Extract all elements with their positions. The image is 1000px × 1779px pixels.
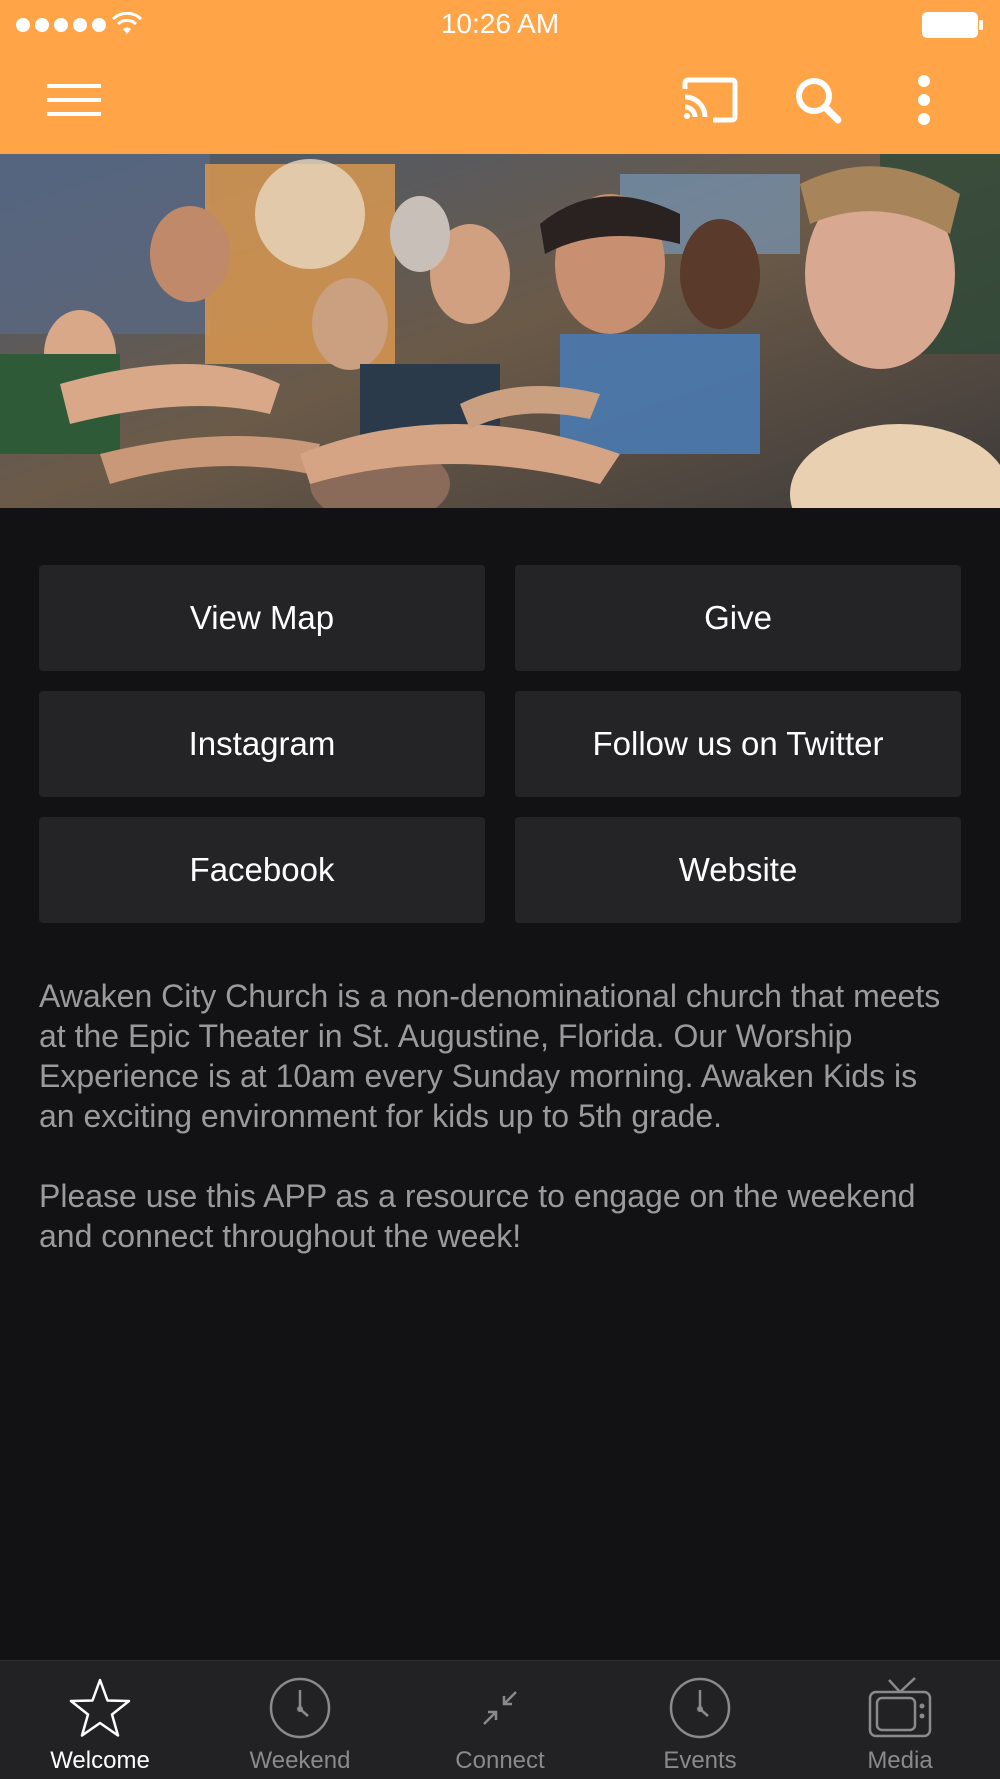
search-button[interactable] bbox=[780, 70, 856, 130]
tab-label: Weekend bbox=[249, 1747, 351, 1774]
tab-welcome[interactable]: Welcome bbox=[0, 1661, 200, 1779]
bottom-tab-bar: Welcome Weekend Connect Events Media bbox=[0, 1660, 1000, 1779]
church-description: Awaken City Church is a non-denomination… bbox=[39, 976, 959, 1296]
instagram-button[interactable]: Instagram bbox=[39, 691, 485, 797]
hero-photo-illustration bbox=[0, 154, 1000, 508]
clock-icon bbox=[269, 1677, 331, 1739]
star-icon bbox=[69, 1678, 131, 1737]
cast-icon bbox=[682, 77, 738, 123]
tab-weekend[interactable]: Weekend bbox=[200, 1661, 400, 1779]
status-time: 10:26 AM bbox=[440, 8, 560, 39]
twitter-button[interactable]: Follow us on Twitter bbox=[515, 691, 961, 797]
app-bar bbox=[0, 50, 1000, 154]
connect-arrows-icon bbox=[483, 1691, 517, 1725]
tab-media[interactable]: Media bbox=[800, 1661, 1000, 1779]
tv-icon bbox=[868, 1677, 932, 1738]
tab-label: Welcome bbox=[50, 1747, 150, 1774]
more-options-button[interactable] bbox=[894, 70, 954, 130]
hero-photo bbox=[0, 154, 1000, 508]
tab-events[interactable]: Events bbox=[600, 1661, 800, 1779]
status-bar: 10:26 AM bbox=[0, 0, 1000, 50]
give-button[interactable]: Give bbox=[515, 565, 961, 671]
hamburger-menu-button[interactable] bbox=[40, 70, 110, 130]
hamburger-menu-icon bbox=[47, 84, 101, 116]
more-vertical-icon bbox=[918, 75, 930, 125]
website-button[interactable]: Website bbox=[515, 817, 961, 923]
tab-label: Events bbox=[663, 1747, 737, 1774]
clock-icon bbox=[669, 1677, 731, 1739]
description-paragraph: Awaken City Church is a non-denomination… bbox=[39, 978, 941, 1134]
view-map-button[interactable]: View Map bbox=[39, 565, 485, 671]
search-icon bbox=[796, 78, 842, 124]
facebook-button[interactable]: Facebook bbox=[39, 817, 485, 923]
battery-icon bbox=[922, 12, 983, 38]
tab-connect[interactable]: Connect bbox=[400, 1661, 600, 1779]
link-button-grid: View Map Give Instagram Follow us on Twi… bbox=[39, 565, 961, 923]
description-paragraph: Please use this APP as a resource to eng… bbox=[39, 1178, 916, 1254]
cast-button[interactable] bbox=[672, 70, 748, 130]
tab-label: Media bbox=[867, 1747, 933, 1774]
tab-label: Connect bbox=[455, 1747, 545, 1774]
